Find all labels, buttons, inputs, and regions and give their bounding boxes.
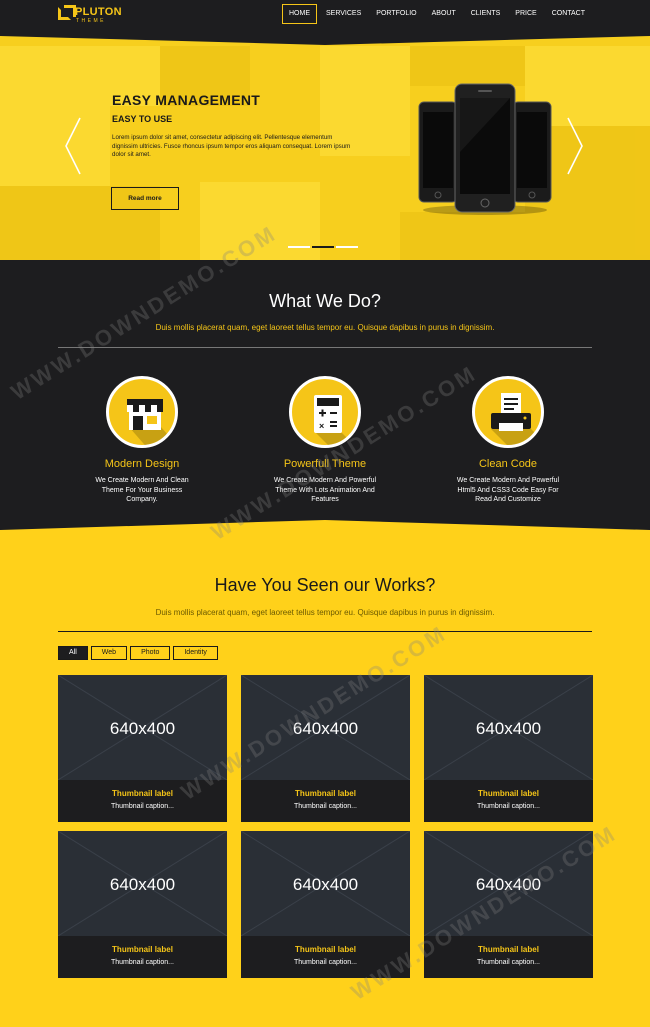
filter-web[interactable]: Web — [90, 646, 128, 660]
thumbnail-label: Thumbnail label — [295, 789, 356, 798]
thumbnail-label: Thumbnail label — [112, 945, 173, 954]
logo-mark-icon — [58, 5, 76, 20]
filter-photo[interactable]: Photo — [130, 646, 171, 660]
thumbnail-caption: Thumbnail caption... — [476, 959, 541, 966]
printer-icon — [472, 376, 544, 448]
thumbnail-caption: Thumbnail caption... — [293, 803, 358, 810]
feature-text: We Create Modern And Clean Theme For You… — [95, 477, 189, 503]
works-subtitle: Duis mollis placerat quam, eget laoreet … — [155, 608, 495, 617]
thumbnail-size: 640x400 — [292, 875, 359, 894]
chevron-right-icon[interactable] — [566, 116, 584, 176]
nav-about[interactable]: ABOUT — [426, 4, 462, 24]
hero-slider: EASY MANAGEMENT EASY TO USE Lorem ipsum … — [0, 32, 650, 260]
hero-tile — [400, 212, 525, 260]
feature-text: We Create Modern And Powerful Theme With… — [273, 477, 377, 503]
what-we-do-subtitle: Duis mollis placerat quam, eget laoreet … — [155, 323, 495, 332]
divider — [58, 347, 592, 348]
portfolio-item[interactable]: 640x400 Thumbnail label Thumbnail captio… — [241, 675, 410, 822]
filter-all[interactable]: All — [58, 646, 88, 660]
feature-powerfull-theme: × Powerfull Theme We Create Modern And P… — [250, 376, 400, 505]
divider — [58, 631, 592, 632]
slider-dot[interactable] — [288, 246, 310, 248]
page: { "header": { "logo_title": "PLUTON", "l… — [0, 0, 650, 1027]
thumbnail-label: Thumbnail label — [478, 945, 539, 954]
thumbnail-caption: Thumbnail caption... — [293, 959, 358, 966]
portfolio-item[interactable]: 640x400 Thumbnail label Thumbnail captio… — [424, 675, 593, 822]
slider-dot[interactable] — [336, 246, 358, 248]
thumbnail-placeholder: 640x400 — [424, 675, 593, 780]
slider-dot-active[interactable] — [312, 246, 334, 248]
nav-home[interactable]: HOME — [282, 4, 317, 24]
svg-text:×: × — [319, 421, 324, 431]
hero-subtitle: EASY TO USE — [112, 114, 173, 124]
thumbnail-size: 640x400 — [475, 719, 542, 738]
feature-text: We Create Modern And Powerful Html5 And … — [456, 477, 560, 503]
hero-tile — [200, 182, 320, 260]
feature-clean-code: Clean Code We Create Modern And Powerful… — [433, 376, 583, 505]
feature-title: Powerfull Theme — [283, 458, 367, 470]
feature-title: Modern Design — [104, 458, 180, 470]
feature-title: Clean Code — [478, 458, 538, 470]
nav-contact[interactable]: CONTACT — [546, 4, 591, 24]
main-nav: HOME SERVICES PORTFOLIO ABOUT CLIENTS PR… — [282, 4, 594, 24]
calculator-icon: × — [289, 376, 361, 448]
section-bottom-notch — [0, 518, 650, 532]
portfolio-item[interactable]: 640x400 Thumbnail label Thumbnail captio… — [58, 831, 227, 978]
smartphones-image — [418, 83, 552, 215]
thumbnail-caption: Thumbnail caption... — [110, 803, 175, 810]
thumbnail-size: 640x400 — [292, 719, 359, 738]
thumbnail-size: 640x400 — [475, 875, 542, 894]
nav-services[interactable]: SERVICES — [320, 4, 367, 24]
thumbnail-placeholder: 640x400 — [241, 675, 410, 780]
logo[interactable]: PLUTON THEME — [58, 5, 138, 27]
hero-top-notch — [0, 32, 650, 45]
thumbnail-size: 640x400 — [109, 719, 176, 738]
portfolio-item[interactable]: 640x400 Thumbnail label Thumbnail captio… — [241, 831, 410, 978]
thumbnail-placeholder: 640x400 — [424, 831, 593, 936]
filter-identity[interactable]: Identity — [173, 646, 218, 660]
feature-modern-design: Modern Design We Create Modern And Clean… — [67, 376, 217, 505]
hero-title: EASY MANAGEMENT — [112, 92, 261, 108]
read-more-button[interactable]: Read more — [111, 187, 179, 210]
thumbnail-size: 640x400 — [109, 875, 176, 894]
portfolio-item[interactable]: 640x400 Thumbnail label Thumbnail captio… — [424, 831, 593, 978]
thumbnail-placeholder: 640x400 — [58, 675, 227, 780]
thumbnail-placeholder: 640x400 — [58, 831, 227, 936]
storefront-icon — [106, 376, 178, 448]
thumbnail-placeholder: 640x400 — [241, 831, 410, 936]
thumbnail-label: Thumbnail label — [478, 789, 539, 798]
nav-clients[interactable]: CLIENTS — [465, 4, 507, 24]
portfolio-filters: All Web Photo Identity — [58, 646, 221, 660]
hero-tile — [410, 46, 525, 86]
chevron-left-icon[interactable] — [64, 116, 82, 176]
thumbnail-caption: Thumbnail caption... — [476, 803, 541, 810]
hero-tile — [0, 106, 110, 186]
portfolio-item[interactable]: 640x400 Thumbnail label Thumbnail captio… — [58, 675, 227, 822]
thumbnail-label: Thumbnail label — [295, 945, 356, 954]
hero-text: Lorem ipsum dolor sit amet, consectetur … — [112, 134, 351, 159]
what-we-do-title: What We Do? — [269, 291, 381, 311]
top-navbar: PLUTON THEME HOME SERVICES PORTFOLIO ABO… — [0, 0, 650, 32]
slider-pagination — [288, 246, 360, 248]
logo-subtitle: THEME — [76, 18, 106, 24]
thumbnail-caption: Thumbnail caption... — [110, 959, 175, 966]
works-title: Have You Seen our Works? — [214, 575, 436, 595]
nav-portfolio[interactable]: PORTFOLIO — [370, 4, 422, 24]
logo-title: PLUTON — [75, 6, 122, 18]
thumbnail-label: Thumbnail label — [112, 789, 173, 798]
nav-price[interactable]: PRICE — [509, 4, 542, 24]
